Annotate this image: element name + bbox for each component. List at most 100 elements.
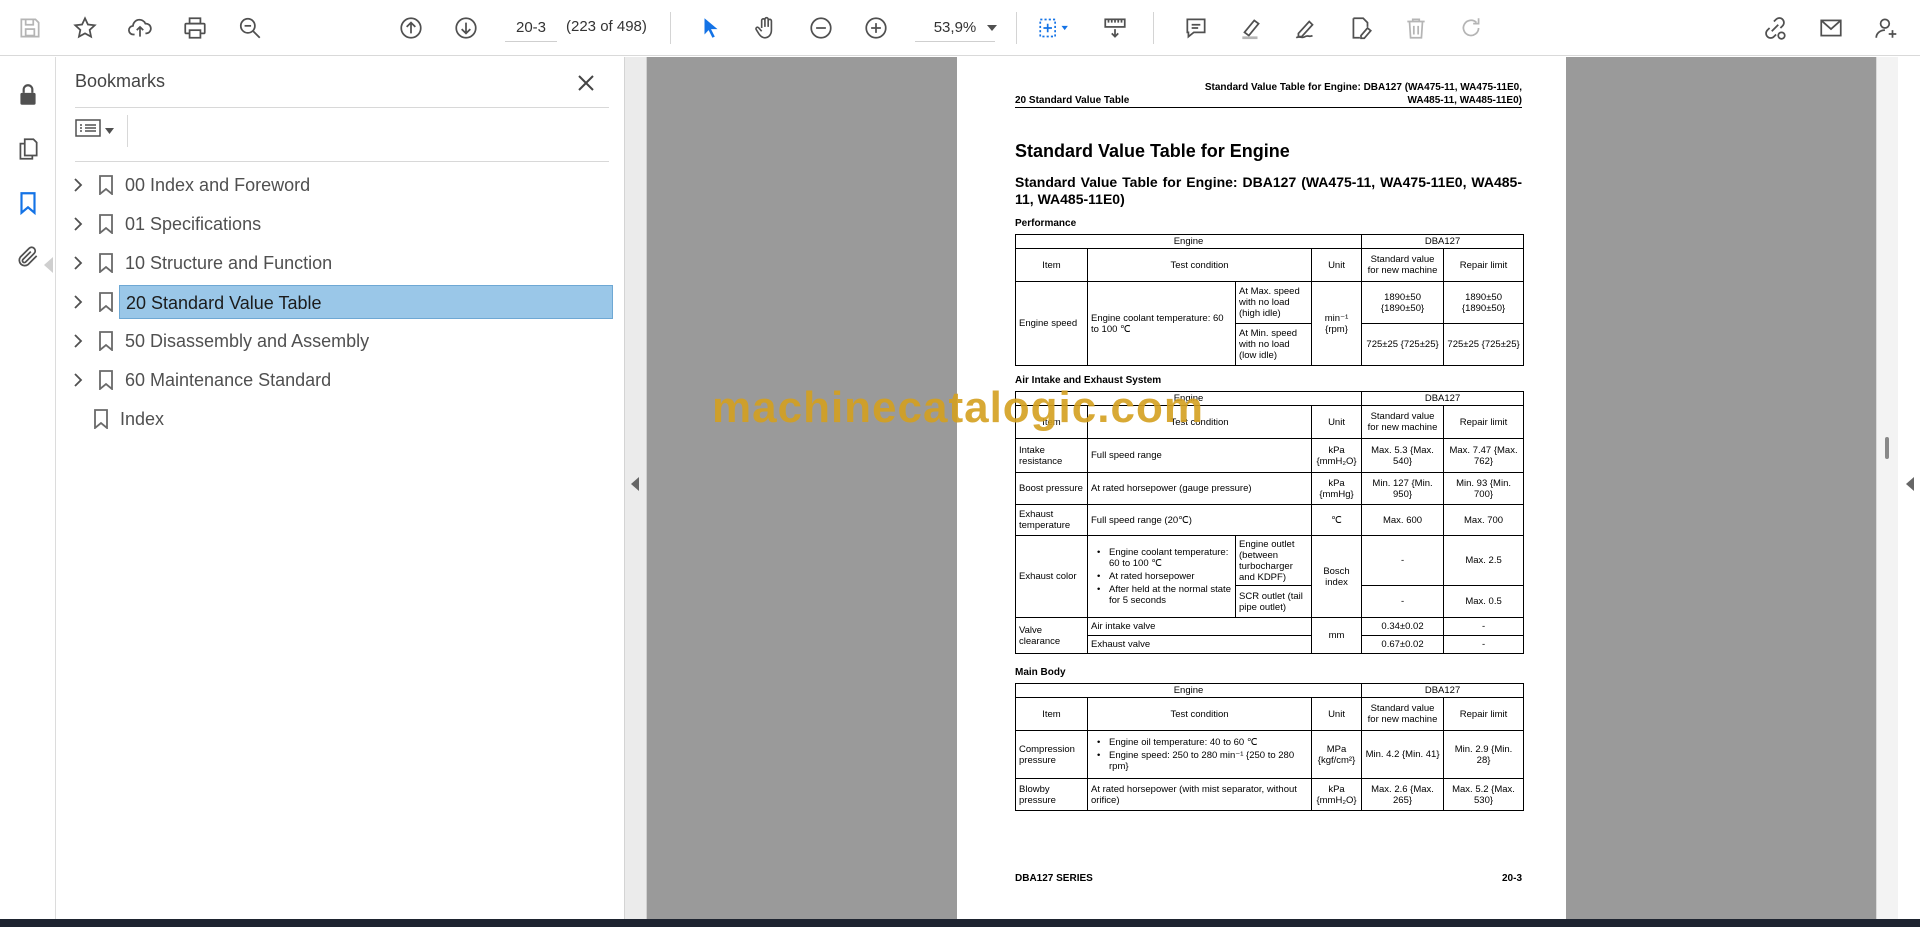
find-icon[interactable] xyxy=(232,10,268,46)
table-row: Intake resistance Full speed range kPa {… xyxy=(1015,438,1525,473)
list-item: Engine oil temperature: 40 to 60 ℃ xyxy=(1091,737,1308,748)
table-row: Engine speed Engine coolant temperature:… xyxy=(1015,281,1525,366)
bookmark-label: 60 Maintenance Standard xyxy=(125,370,332,390)
save-icon[interactable] xyxy=(12,10,48,46)
next-page-icon[interactable] xyxy=(448,10,484,46)
bookmark-item[interactable]: 00 Index and Foreword xyxy=(57,166,625,205)
table-cell: At Max. speed with no load (high idle) xyxy=(1235,281,1312,324)
table-cell: Engine speed xyxy=(1015,281,1088,366)
prev-page-icon[interactable] xyxy=(393,10,429,46)
sign-icon[interactable] xyxy=(1288,10,1324,46)
table-cell: kPa {mmH₂O} xyxy=(1310,778,1363,811)
bookmark-icon xyxy=(95,212,117,236)
list-item: Engine coolant temperature: 60 to 100 ℃ xyxy=(1091,547,1232,569)
delete-icon[interactable] xyxy=(1398,10,1434,46)
page-number-input[interactable] xyxy=(505,14,557,42)
table-cell: 1890±50 {1890±50} xyxy=(1443,281,1525,324)
table-cell: Test condition xyxy=(1087,248,1312,282)
bookmark-item[interactable]: 10 Structure and Function xyxy=(57,244,625,283)
table-cell: Repair limit xyxy=(1443,697,1525,731)
table-cell: DBA127 xyxy=(1361,234,1525,249)
zoom-in-icon[interactable] xyxy=(858,10,894,46)
table-row: Boost pressure At rated horsepower (gaug… xyxy=(1015,472,1525,505)
header-line: WA485-11, WA485-11E0) xyxy=(1407,95,1522,106)
table-cell: MPa {kgf/cm²} xyxy=(1310,730,1363,779)
select-cursor-icon[interactable] xyxy=(693,10,729,46)
bookmark-item[interactable]: Index xyxy=(57,400,625,439)
table-cell: Engine xyxy=(1014,391,1363,406)
chevron-right-icon[interactable] xyxy=(67,330,89,352)
panel-collapse-handle[interactable] xyxy=(625,57,647,919)
table-cell: Item xyxy=(1015,405,1088,439)
document-viewport[interactable]: Standard Value Table for Engine: DBA127 … xyxy=(647,57,1876,919)
table-row: Engine DBA127 xyxy=(1014,683,1525,698)
highlight-icon[interactable] xyxy=(1233,10,1269,46)
taskbar-strip xyxy=(0,919,1920,927)
bookmark-icon xyxy=(90,407,112,431)
expand-right-panel-icon[interactable] xyxy=(1906,477,1914,491)
redo-icon[interactable] xyxy=(1453,10,1489,46)
section-title: Air Intake and Exhaust System xyxy=(1015,375,1162,386)
table-cell: SCR outlet (tail pipe outlet) xyxy=(1235,585,1312,618)
table-cell: Item xyxy=(1015,697,1088,731)
table-row: Valve clearance Air intake valve mm 0.34… xyxy=(1015,617,1525,654)
bookmark-icon[interactable] xyxy=(10,185,46,221)
upload-icon[interactable] xyxy=(122,10,158,46)
email-icon[interactable] xyxy=(1813,10,1849,46)
lock-icon[interactable] xyxy=(10,77,46,113)
chevron-right-icon[interactable] xyxy=(67,369,89,391)
table-cell: kPa {mmHg} xyxy=(1310,472,1363,505)
account-icon[interactable] xyxy=(1868,10,1904,46)
table-cell: Engine outlet (between turbocharger and … xyxy=(1235,535,1312,586)
table-cell: Air intake valve xyxy=(1087,617,1312,636)
share-link-icon[interactable] xyxy=(1757,10,1793,46)
chevron-right-icon[interactable] xyxy=(67,291,89,313)
edit-pdf-icon[interactable] xyxy=(1343,10,1379,46)
table-cell: At rated horsepower (with mist separator… xyxy=(1087,778,1312,811)
pdf-page: Standard Value Table for Engine: DBA127 … xyxy=(957,57,1566,919)
close-icon[interactable] xyxy=(570,67,602,99)
zoom-dropdown-icon[interactable] xyxy=(984,14,1000,42)
bookmark-options-button[interactable] xyxy=(75,115,121,145)
zoom-level-input[interactable] xyxy=(915,14,995,42)
vertical-scrollbar[interactable] xyxy=(1876,57,1898,919)
comment-icon[interactable] xyxy=(1178,10,1214,46)
table-cell: At rated horsepower (gauge pressure) xyxy=(1087,472,1312,505)
table-cell: 1890±50 {1890±50} xyxy=(1361,281,1445,324)
table-cell: Unit xyxy=(1310,697,1363,731)
table-cell: min⁻¹ {rpm} xyxy=(1310,281,1363,366)
table-cell: Standard value for new machine xyxy=(1361,248,1445,282)
bookmark-item[interactable]: 50 Disassembly and Assembly xyxy=(57,322,625,361)
chevron-right-icon[interactable] xyxy=(67,252,89,274)
bookmark-icon xyxy=(95,368,117,392)
bookmark-item-selected[interactable]: 20 Standard Value Table xyxy=(57,283,625,322)
print-icon[interactable] xyxy=(177,10,213,46)
hand-icon[interactable] xyxy=(748,10,784,46)
chevron-right-icon[interactable] xyxy=(67,174,89,196)
bookmark-label: 10 Structure and Function xyxy=(125,253,333,273)
table-cell: Valve clearance xyxy=(1015,617,1088,654)
chevron-right-icon[interactable] xyxy=(67,213,89,235)
zoom-out-icon[interactable] xyxy=(803,10,839,46)
bookmark-item[interactable]: 60 Maintenance Standard xyxy=(57,361,625,400)
scroll-mode-icon[interactable] xyxy=(1097,10,1133,46)
collapse-left-icon[interactable] xyxy=(631,477,639,491)
table-cell: Min. 93 {Min. 700} xyxy=(1443,472,1525,505)
pages-icon[interactable] xyxy=(10,131,46,167)
attachment-icon[interactable] xyxy=(10,239,46,275)
scrollbar-thumb[interactable] xyxy=(1885,437,1889,459)
table-cell: Min. 4.2 {Min. 41} xyxy=(1361,730,1445,779)
page-title: Standard Value Table for Engine xyxy=(1015,141,1290,161)
toolbar-divider xyxy=(1153,12,1154,44)
left-rail xyxy=(0,57,56,919)
star-icon[interactable] xyxy=(67,10,103,46)
table-cell: Standard value for new machine xyxy=(1361,697,1445,731)
main-body-table: Engine DBA127 Item Test condition Unit S… xyxy=(1014,683,1525,811)
right-panel-handle[interactable] xyxy=(1898,57,1920,919)
chevron-down-icon xyxy=(105,121,114,139)
fit-page-icon[interactable] xyxy=(1030,10,1076,46)
performance-table: Engine DBA127 Item Test condition Unit S… xyxy=(1014,234,1525,366)
table-row: Item Test condition Unit Standard value … xyxy=(1015,248,1525,282)
bookmark-item[interactable]: 01 Specifications xyxy=(57,205,625,244)
table-row: Exhaust color Engine coolant temperature… xyxy=(1015,535,1525,618)
